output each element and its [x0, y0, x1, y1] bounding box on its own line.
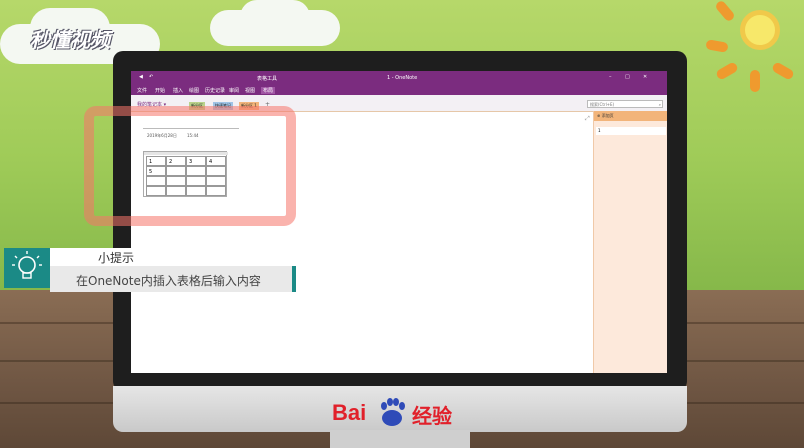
tip-icon-panel [4, 248, 50, 288]
add-page-icon: ⊕ [597, 113, 601, 118]
maximize-icon[interactable]: □ [625, 74, 630, 80]
miaodong-logo: 秒懂视频 [30, 24, 110, 53]
jingyan-logo-text: 经验 [412, 406, 452, 428]
undo-icon[interactable]: ↶ [149, 74, 153, 80]
search-icon: ⌕ [658, 102, 661, 107]
monitor-stand [330, 430, 470, 448]
minimize-icon[interactable]: – [609, 74, 612, 80]
tip-title: 小提示 [98, 251, 135, 265]
highlight-box [84, 106, 296, 226]
add-page-button[interactable]: ⊕ 添加页 [594, 111, 667, 121]
back-arrow-icon[interactable]: ◀ [139, 74, 143, 80]
tab-review[interactable]: 审阅 [229, 87, 239, 94]
ribbon-tabs: 文件 开始 插入 绘图 历史记录 审阅 视图 布局 [131, 85, 667, 95]
expand-icon[interactable]: ⤢ [585, 115, 590, 123]
title-bar: ◀ ↶ 表格工具 1 - OneNote – □ ✕ [131, 71, 667, 85]
cloud-center-2 [240, 0, 310, 34]
window-title: 1 - OneNote [387, 75, 418, 81]
page-list-item[interactable]: 1 [596, 127, 666, 135]
tab-layout[interactable]: 布局 [261, 87, 276, 94]
table-tools-label: 表格工具 [257, 76, 278, 82]
tab-history[interactable]: 历史记录 [205, 87, 225, 94]
paw-svg [381, 398, 405, 426]
page-list-pane: ⊕ 添加页 1 [593, 111, 667, 373]
tab-home[interactable]: 开始 [155, 87, 165, 94]
baidu-logo-text: Bai [332, 400, 367, 425]
page-list-item-label: 1 [598, 128, 601, 133]
lightbulb-icon [12, 251, 42, 279]
search-box[interactable]: 搜索(Ctrl+E) ⌕ [587, 100, 663, 108]
tab-insert[interactable]: 插入 [173, 87, 183, 94]
sun-ray [750, 70, 760, 92]
tip-body: 在OneNote内插入表格后输入内容 [50, 266, 292, 292]
tab-file[interactable]: 文件 [137, 87, 147, 94]
miaodong-logo-text: 秒懂视频 [30, 28, 110, 52]
tab-view[interactable]: 视图 [245, 87, 255, 94]
tab-draw[interactable]: 绘图 [189, 87, 199, 94]
tip-body-text: 在OneNote内插入表格后输入内容 [76, 274, 261, 288]
sun-icon [740, 10, 780, 50]
close-icon[interactable]: ✕ [643, 74, 647, 80]
baidu-paw-icon [376, 396, 408, 428]
tip-title-bar: 小提示 [50, 248, 246, 266]
add-page-label: 添加页 [601, 113, 614, 118]
search-placeholder: 搜索(Ctrl+E) [590, 102, 615, 107]
